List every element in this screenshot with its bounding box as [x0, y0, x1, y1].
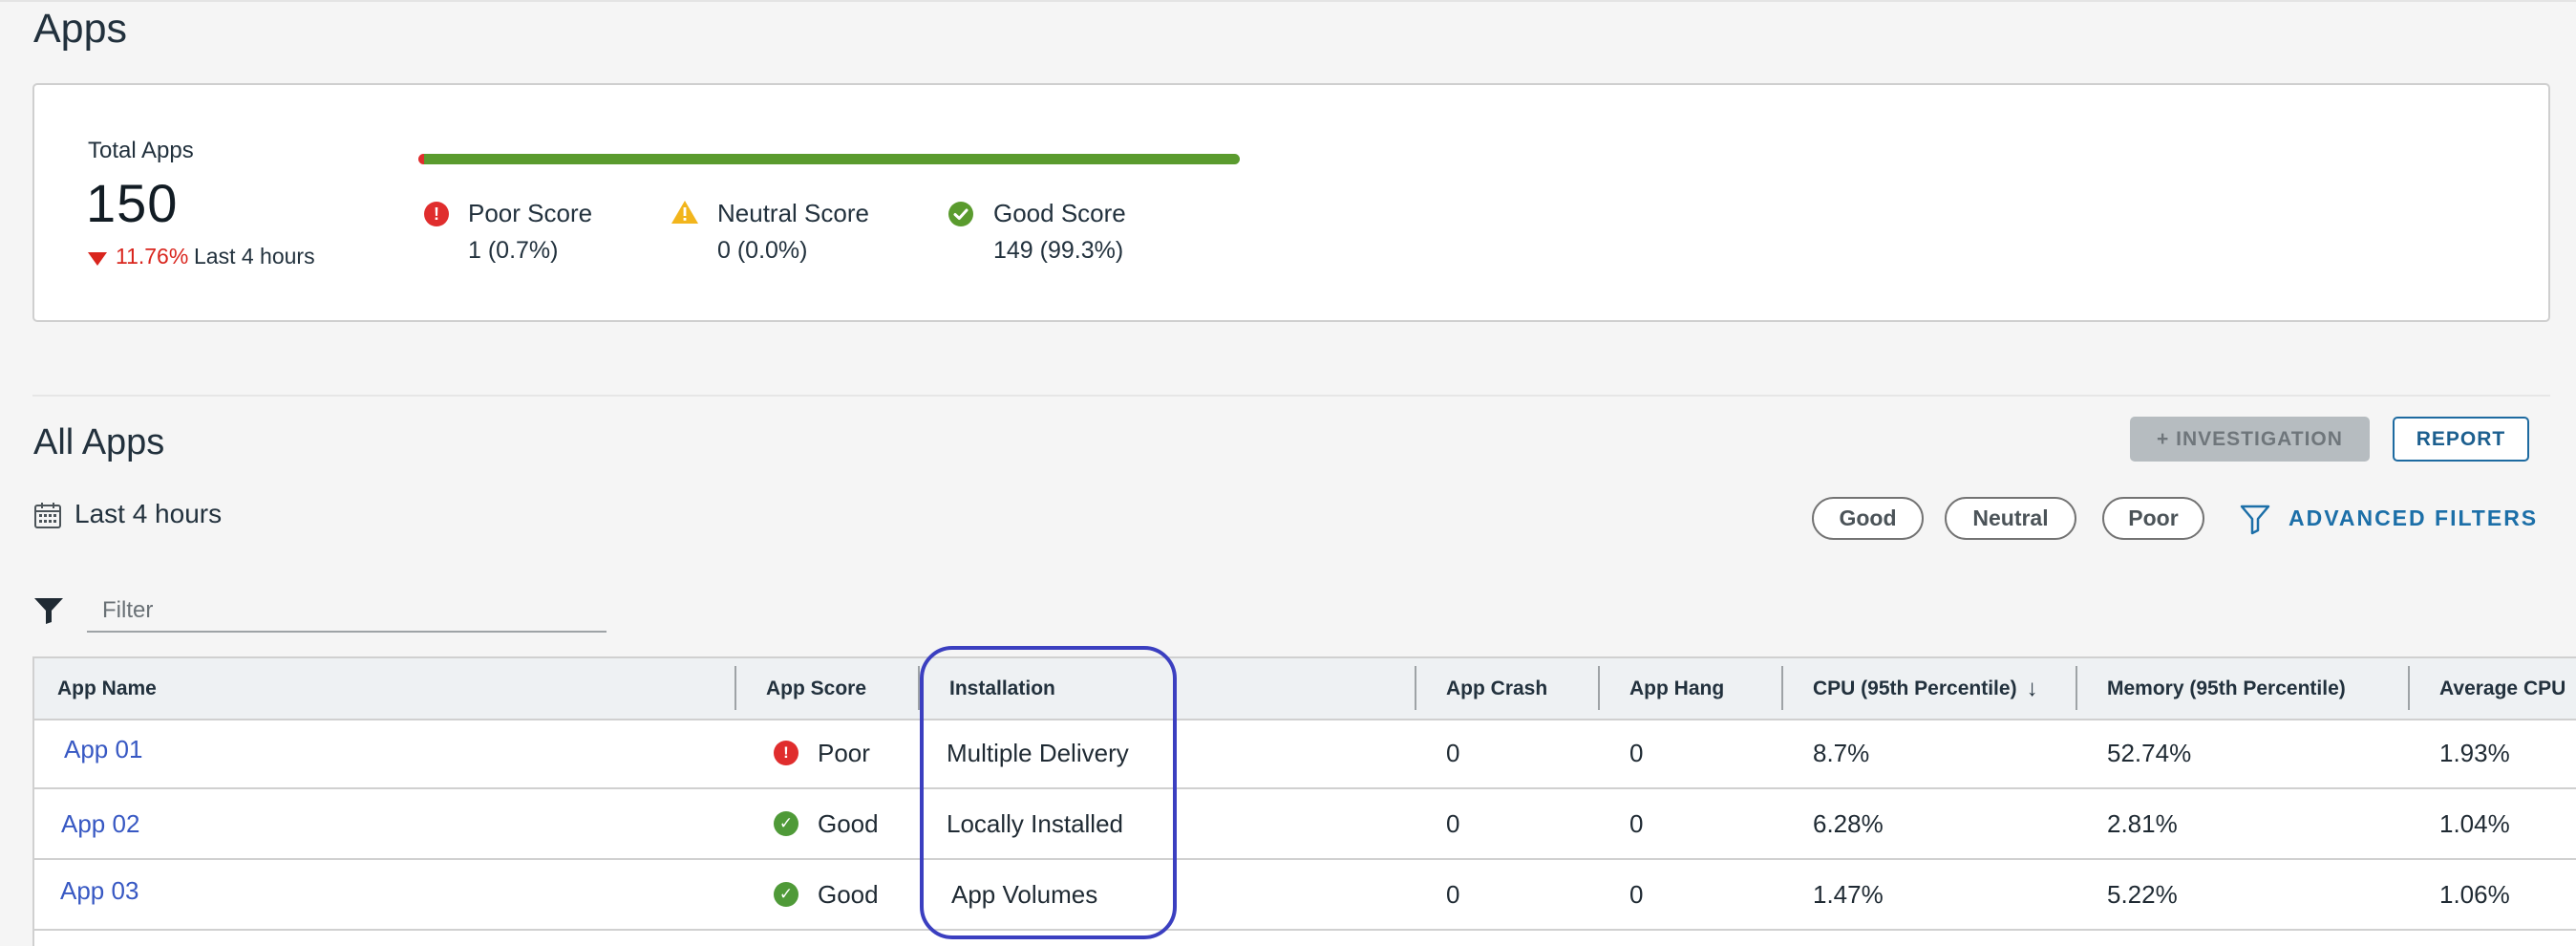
average-cpu-value: 1.04% [2439, 808, 2510, 838]
calendar-icon[interactable] [33, 501, 62, 534]
app-name-link[interactable]: App 01 [64, 715, 142, 784]
memory-95-value: 5.22% [2107, 879, 2178, 909]
app-score-label: Poor [818, 738, 870, 767]
filter-pill-neutral[interactable]: Neutral [1945, 497, 2076, 540]
investigation-button[interactable]: + INVESTIGATION [2130, 417, 2370, 462]
cpu-95-value: 1.47% [1813, 879, 1884, 909]
good-score-value: 149 (99.3%) [993, 237, 1124, 264]
check-circle-icon: ✓ [774, 811, 798, 836]
col-installation[interactable]: Installation [949, 658, 1055, 719]
app-score: ✓ Good [774, 860, 879, 929]
cpu-95-value: 6.28% [1813, 808, 1884, 838]
app-crash-value: 0 [1446, 808, 1460, 838]
check-circle-icon: ✓ [774, 882, 798, 907]
column-resizer[interactable] [734, 666, 736, 710]
app-crash-value: 0 [1446, 879, 1460, 909]
installation-value: Locally Installed [947, 808, 1123, 838]
report-button[interactable]: REPORT [2393, 417, 2529, 462]
good-score-label: Good Score [993, 199, 1126, 227]
funnel-outline-icon[interactable] [2239, 503, 2271, 540]
column-resizer[interactable] [1781, 666, 1783, 710]
col-average-cpu[interactable]: Average CPU [2439, 658, 2565, 719]
installation-value: App Volumes [951, 879, 1098, 909]
column-resizer[interactable] [1415, 666, 1416, 710]
section-divider [32, 395, 2550, 397]
app-score-label: Good [818, 879, 879, 909]
column-resizer[interactable] [2408, 666, 2410, 710]
sort-descending-icon[interactable]: ↓ [2027, 676, 2038, 702]
all-apps-title: All Apps [33, 422, 165, 462]
poor-score-value: 1 (0.7%) [468, 237, 559, 264]
table-row: App 02 ✓ Good Locally Installed 0 0 6.28… [34, 789, 2576, 860]
installation-value: Multiple Delivery [947, 738, 1129, 767]
top-divider [0, 0, 2576, 2]
trend-period: Last 4 hours [194, 244, 315, 269]
apps-table: App Name App Score Installation App Cras… [32, 656, 2576, 946]
filter-pill-good[interactable]: Good [1812, 497, 1924, 540]
app-crash-value: 0 [1446, 738, 1460, 767]
app-hang-value: 0 [1629, 738, 1644, 767]
app-name-link[interactable]: App 02 [61, 789, 139, 858]
total-apps-label: Total Apps [88, 138, 194, 163]
app-hang-value: 0 [1629, 808, 1644, 838]
app-hang-value: 0 [1629, 879, 1644, 909]
cpu-95-value: 8.7% [1813, 738, 1870, 767]
neutral-score-label: Neutral Score [717, 199, 869, 227]
time-range-selector[interactable]: Last 4 hours [75, 499, 222, 529]
col-memory-95[interactable]: Memory (95th Percentile) [2107, 658, 2346, 719]
col-cpu-95[interactable]: CPU (95th Percentile) ↓ [1813, 658, 2038, 719]
neutral-score-value: 0 (0.0%) [717, 237, 808, 264]
app-score-label: Good [818, 808, 879, 838]
average-cpu-value: 1.06% [2439, 879, 2510, 909]
exclamation-circle-icon: ! [774, 741, 798, 765]
table-row: App 03 ✓ Good App Volumes 0 0 1.47% 5.22… [34, 860, 2576, 931]
filter-pill-poor[interactable]: Poor [2102, 497, 2204, 540]
memory-95-value: 2.81% [2107, 808, 2178, 838]
filter-input[interactable] [87, 591, 607, 633]
col-cpu-95-label: CPU (95th Percentile) [1813, 677, 2017, 699]
score-distribution-bar [418, 154, 1240, 164]
poor-score-label: Poor Score [468, 199, 593, 227]
total-apps-value: 150 [86, 173, 179, 233]
memory-95-value: 52.74% [2107, 738, 2192, 767]
col-app-name[interactable]: App Name [57, 658, 157, 719]
check-circle-icon [948, 202, 973, 231]
app-score: ! Poor [774, 719, 870, 787]
summary-card: Total Apps 150 11.76% Last 4 hours ! Poo… [32, 83, 2550, 322]
col-app-hang[interactable]: App Hang [1629, 658, 1724, 719]
filter-icon [33, 596, 64, 630]
col-app-crash[interactable]: App Crash [1446, 658, 1547, 719]
column-resizer[interactable] [1598, 666, 1600, 710]
table-header: App Name App Score Installation App Cras… [34, 658, 2576, 720]
trend-down-icon [88, 252, 107, 266]
exclamation-circle-icon: ! [424, 202, 449, 226]
trend-percent: 11.76% [116, 244, 189, 269]
score-bar-good [424, 154, 1240, 164]
app-name-link[interactable]: App 03 [60, 856, 138, 925]
page-title: Apps [33, 6, 128, 52]
warning-triangle-icon [671, 199, 699, 230]
table-row: App 01 ! Poor Multiple Delivery 0 0 8.7%… [34, 719, 2576, 789]
advanced-filters-link[interactable]: ADVANCED FILTERS [2289, 505, 2538, 531]
col-app-score[interactable]: App Score [766, 658, 866, 719]
average-cpu-value: 1.93% [2439, 738, 2510, 767]
column-resizer[interactable] [2076, 666, 2077, 710]
column-resizer[interactable] [918, 666, 920, 710]
app-score: ✓ Good [774, 789, 879, 858]
